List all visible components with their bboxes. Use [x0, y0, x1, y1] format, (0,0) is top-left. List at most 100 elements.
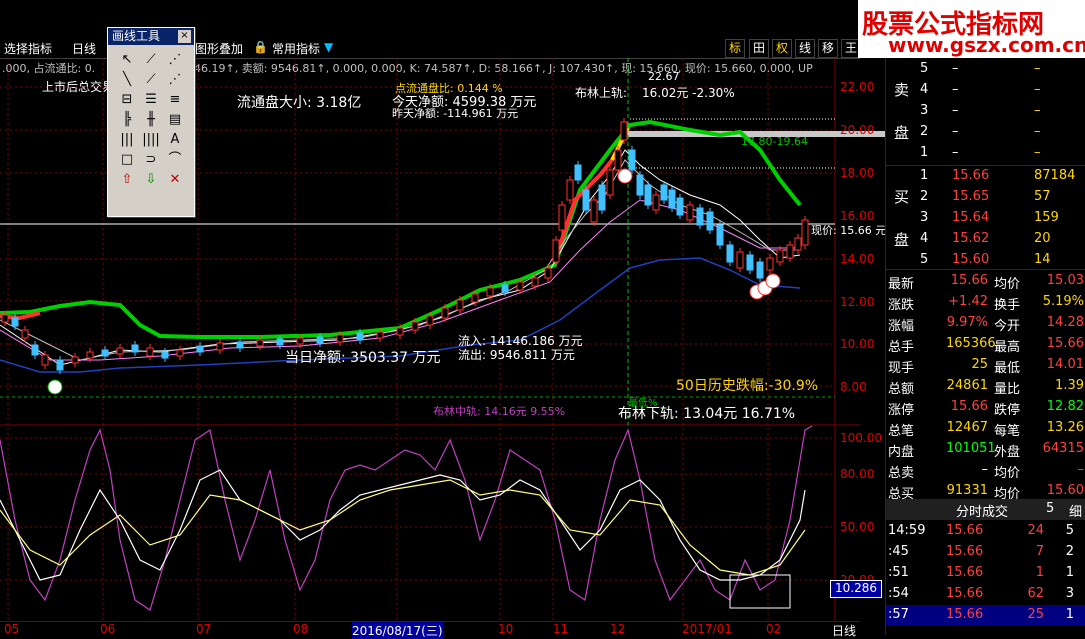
- stat-label: 涨停: [888, 403, 915, 418]
- boll-upper-value: 16.02元 -2.30%: [642, 86, 735, 100]
- stat-value: 5.19%: [1042, 294, 1084, 309]
- tick-row[interactable]: 14:59 15.66 24 5: [886, 521, 1085, 542]
- osc-k-line: [0, 469, 806, 581]
- grid-button[interactable]: 田: [749, 39, 770, 58]
- dropdown-icon[interactable]: ▼: [324, 40, 333, 54]
- sell-level-row[interactable]: 5 – –: [886, 59, 1085, 80]
- level-num: 5: [920, 252, 929, 267]
- draw-tool-button[interactable]: ≡: [164, 91, 186, 109]
- day-net-label: 当日净额: 3503.37 万元: [285, 350, 441, 366]
- candle-body: [196, 345, 204, 353]
- stat-row: 总笔 12467 每笔 13.26: [886, 418, 1085, 439]
- stat-value: 24861: [946, 378, 988, 393]
- draw-tool-button[interactable]: ✕: [164, 171, 186, 189]
- rights-button[interactable]: 权: [772, 39, 793, 58]
- select-indicator-button[interactable]: 选择指标: [4, 40, 52, 57]
- draw-tool-button[interactable]: ||||: [140, 131, 162, 149]
- draw-tool-title-text: 画线工具: [112, 29, 161, 43]
- tick-time: :57: [888, 607, 909, 622]
- daily-button[interactable]: 日线: [72, 40, 96, 57]
- draw-tool-button[interactable]: ⟋: [140, 71, 162, 89]
- draw-tool-button[interactable]: ↖: [116, 51, 138, 69]
- candle-body: [676, 197, 684, 216]
- stat-label: 最低: [994, 361, 1021, 376]
- tick-row[interactable]: :45 15.66 7 2: [886, 542, 1085, 563]
- candle-body: [801, 219, 809, 246]
- draw-tool-button[interactable]: ⇩: [140, 171, 162, 189]
- candle-body: [696, 207, 704, 226]
- draw-tool-button[interactable]: ⋰: [164, 71, 186, 89]
- stat-value: 15.66: [950, 399, 988, 414]
- ticks-btn-detail[interactable]: 细: [1069, 501, 1082, 520]
- draw-tool-button[interactable]: ⟋: [140, 51, 162, 69]
- lowest-label: 最低%: [628, 398, 658, 409]
- candle-body: [441, 307, 449, 319]
- osc-j-line: [0, 425, 813, 611]
- buy-level-row[interactable]: 5 15.60 14: [886, 250, 1085, 271]
- stat-label: 总笔: [888, 424, 915, 439]
- level-volume: 159: [1034, 210, 1059, 225]
- candle-body: [776, 249, 784, 263]
- stat-label: 涨幅: [888, 319, 915, 334]
- close-icon[interactable]: ×: [178, 30, 191, 43]
- tick-volume: 62: [1027, 586, 1044, 601]
- candle-body: [766, 257, 774, 271]
- candle-body: [706, 211, 714, 231]
- level-price: –: [952, 124, 959, 139]
- buy-level-row[interactable]: 1 15.66 87184: [886, 166, 1085, 187]
- draw-tool-title[interactable]: 画线工具 ×: [108, 28, 194, 45]
- tick-volume: 7: [1035, 544, 1044, 559]
- draw-tool-button[interactable]: A: [164, 131, 186, 149]
- ticks-btn-5[interactable]: 5: [1046, 501, 1054, 516]
- candle-body: [531, 277, 539, 287]
- candle-body: [590, 199, 598, 223]
- draw-tool-button[interactable]: ▤: [164, 111, 186, 129]
- overlay-button[interactable]: 图形叠加: [195, 40, 243, 57]
- draw-tool-button[interactable]: ⌒: [164, 151, 186, 169]
- stat-label: 现手: [888, 361, 915, 376]
- level-num: 3: [920, 210, 929, 225]
- candle-body: [116, 347, 124, 355]
- stat-value: 12467: [946, 420, 988, 435]
- draw-tool-button[interactable]: ⊃: [140, 151, 162, 169]
- tick-row[interactable]: :57 15.66 25 1: [886, 605, 1085, 626]
- draw-tool-button[interactable]: ⋰: [164, 51, 186, 69]
- tick-volume: 1: [1035, 565, 1044, 580]
- draw-tool-button[interactable]: ╫: [140, 111, 162, 129]
- oscillator-value-box: 10.286: [830, 580, 882, 598]
- date-tick: 08: [293, 622, 309, 636]
- sell-level-row[interactable]: 1 – –: [886, 143, 1085, 164]
- draw-tool-button[interactable]: |||: [116, 131, 138, 149]
- line-button[interactable]: 线: [795, 39, 816, 58]
- draw-tool-button[interactable]: ☰: [140, 91, 162, 109]
- level-volume: 87184: [1034, 168, 1076, 183]
- tick-row[interactable]: :54 15.66 62 3: [886, 584, 1085, 605]
- draw-tool-button[interactable]: ╲: [116, 71, 138, 89]
- draw-tool-button[interactable]: ⊟: [116, 91, 138, 109]
- buy-level-row[interactable]: 3 15.64 159: [886, 208, 1085, 229]
- sell-level-row[interactable]: 2 – –: [886, 122, 1085, 143]
- buy-level-row[interactable]: 4 15.62 20: [886, 229, 1085, 250]
- tick-time: :54: [888, 586, 909, 601]
- draw-tool-button[interactable]: ⇧: [116, 171, 138, 189]
- sell-level-row[interactable]: 4 – –: [886, 80, 1085, 101]
- common-indicator-button[interactable]: 常用指标: [272, 40, 320, 57]
- draw-tool-button[interactable]: ╠: [116, 111, 138, 129]
- draw-tool-button[interactable]: □: [116, 151, 138, 169]
- tick-price: 15.66: [946, 607, 984, 622]
- tick-row[interactable]: :51 15.66 1 1: [886, 563, 1085, 584]
- candle-body: [756, 261, 764, 279]
- mark-button[interactable]: 标: [725, 39, 746, 58]
- level-num: 1: [920, 168, 929, 183]
- candle-body: [176, 349, 184, 357]
- lock-icon[interactable]: 🔒: [253, 40, 268, 54]
- candle-body: [11, 317, 19, 327]
- candle-body: [471, 293, 479, 303]
- level-price: –: [952, 61, 959, 76]
- move-button[interactable]: 移: [818, 39, 839, 58]
- sell-level-row[interactable]: 3 – –: [886, 101, 1085, 122]
- draw-tool-window[interactable]: 画线工具 × ↖ ⟋ ⋰ ╲ ⟋ ⋰ ⊟ ☰ ≡ ╠ ╫ ▤ ||| |||| A □ ⊃ ⌒ ⇧ ⇩ ✕: [107, 27, 195, 217]
- buy-level-row[interactable]: 2 15.65 57: [886, 187, 1085, 208]
- date-tick: 06: [100, 622, 116, 636]
- hist-drop-label: 50日历史跌幅:-30.9%: [676, 378, 819, 394]
